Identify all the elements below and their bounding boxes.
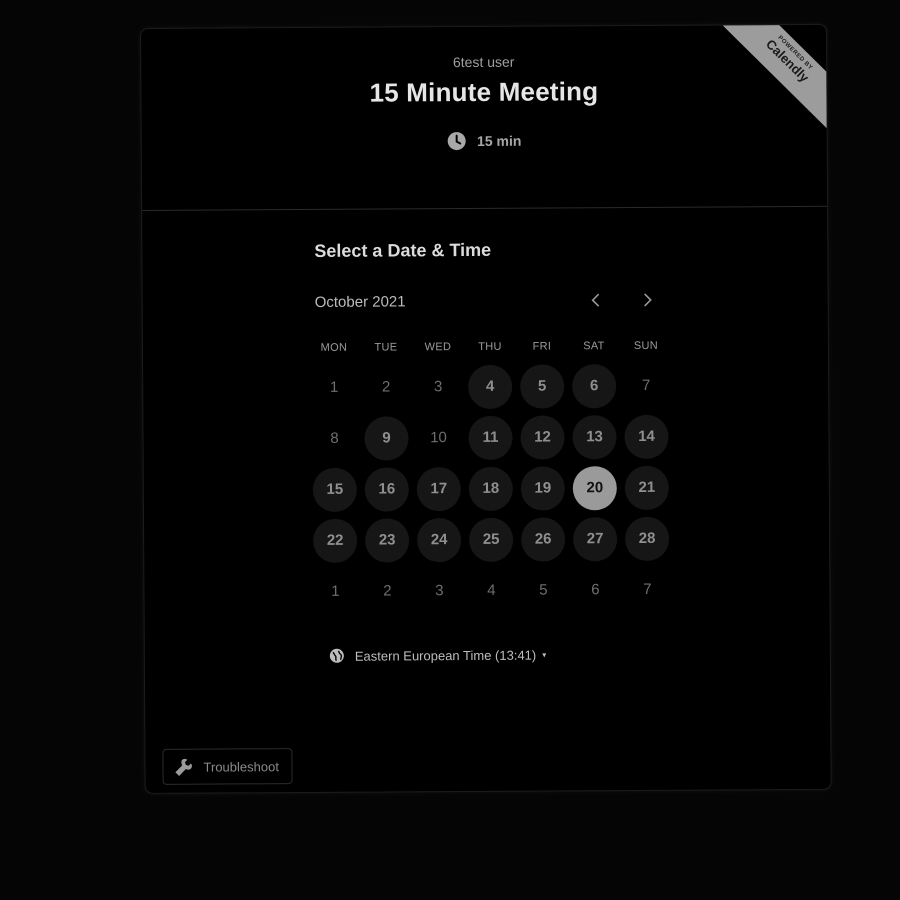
day-number: 20	[572, 465, 617, 510]
day-number: 10	[430, 429, 447, 447]
day-number: 6	[572, 363, 617, 408]
timezone-label: Eastern European Time (13:41)	[354, 647, 537, 664]
day-number: 18	[468, 466, 513, 511]
weekday-label: SAT	[583, 340, 605, 353]
day-number: 2	[381, 378, 391, 396]
calendar-day: 3	[413, 565, 465, 616]
calendar-day[interactable]: 4	[464, 361, 516, 412]
calendar-day[interactable]: 9	[360, 412, 412, 463]
day-number: 3	[435, 582, 444, 600]
weekday-label: SUN	[633, 339, 659, 352]
day-number: 22	[312, 518, 358, 563]
calendar-day[interactable]: 19	[517, 462, 569, 513]
day-number: 11	[468, 415, 513, 460]
weekday-label: THU	[478, 340, 502, 353]
calendar-day[interactable]: 6	[568, 360, 620, 411]
powered-by-badge[interactable]: POWERED BY Calendly	[718, 23, 829, 134]
calendar-day[interactable]: 11	[464, 412, 516, 463]
month-navigation: October 2021	[315, 292, 675, 318]
day-number: 9	[364, 415, 409, 461]
day-number: 21	[624, 465, 669, 510]
calendar-day: 4	[465, 565, 517, 616]
day-number: 4	[487, 581, 496, 599]
day-number: 12	[520, 414, 565, 460]
day-number: 1	[331, 582, 340, 600]
chevron-left-icon[interactable]	[585, 288, 609, 312]
day-number: 8	[330, 429, 339, 447]
globe-icon	[329, 648, 344, 663]
weekday-header: MON TUE WED THU FRI SAT SUN	[308, 340, 674, 354]
troubleshoot-label: Troubleshoot	[203, 758, 279, 775]
calendar-day: 2	[361, 565, 413, 616]
chevron-right-icon[interactable]	[635, 288, 659, 312]
weekday-label: TUE	[374, 341, 398, 354]
day-number: 13	[572, 414, 617, 459]
day-number: 19	[520, 465, 565, 511]
day-number: 6	[591, 581, 600, 599]
calendar-day[interactable]: 24	[413, 514, 465, 565]
wrench-icon	[175, 758, 192, 776]
day-number: 27	[572, 516, 618, 561]
caret-down-icon: ▾	[542, 650, 547, 660]
day-number: 14	[624, 414, 669, 459]
calendar-day[interactable]: 12	[516, 411, 568, 462]
calendar-day[interactable]: 13	[568, 411, 620, 462]
calendar-day-selected[interactable]: 20	[569, 462, 621, 513]
day-number: 7	[643, 580, 652, 598]
calendar-day[interactable]: 23	[361, 514, 413, 565]
calendar-day[interactable]: 17	[413, 463, 465, 514]
calendar-day: 3	[412, 361, 464, 412]
calendar-day[interactable]: 15	[309, 464, 361, 515]
calendar-day[interactable]: 16	[361, 463, 413, 514]
day-number: 5	[520, 363, 565, 409]
section-title: Select a Date & Time	[314, 239, 492, 261]
day-number: 16	[364, 466, 409, 512]
day-number: 23	[364, 517, 410, 563]
timezone-selector[interactable]: Eastern European Time (13:41) ▾	[329, 647, 546, 664]
troubleshoot-button[interactable]: Troubleshoot	[162, 748, 293, 785]
day-number: 24	[416, 517, 462, 562]
calendar-day[interactable]: 26	[517, 513, 569, 564]
day-number: 15	[312, 467, 357, 512]
day-number: 3	[433, 378, 443, 396]
calendar-day: 2	[360, 361, 412, 412]
booking-card: 6test user 15 Minute Meeting 15 min POWE…	[140, 23, 832, 794]
calendar-day: 10	[412, 412, 464, 463]
weekday-label: FRI	[532, 340, 552, 353]
calendar-day[interactable]: 22	[309, 515, 361, 566]
calendar-day[interactable]: 14	[620, 411, 672, 462]
day-number: 7	[641, 376, 651, 394]
day-number: 26	[520, 516, 566, 562]
day-number: 4	[468, 364, 513, 409]
calendar-day: 5	[517, 564, 569, 615]
day-number: 28	[624, 516, 670, 561]
calendar-day[interactable]: 5	[516, 360, 568, 411]
calendar-day[interactable]: 21	[621, 462, 673, 513]
duration-label: 15 min	[476, 132, 522, 149]
calendar-day: 1	[309, 566, 361, 617]
calendar-day: 8	[308, 413, 360, 464]
calendar-day[interactable]: 18	[465, 463, 517, 514]
calendar-day[interactable]: 25	[465, 514, 517, 565]
day-number: 17	[416, 466, 461, 511]
calendar-day: 6	[569, 564, 621, 615]
clock-icon	[448, 132, 467, 151]
calendar-day[interactable]: 28	[621, 513, 673, 564]
month-label: October 2021	[314, 293, 406, 311]
calendar-day: 7	[620, 360, 672, 411]
day-number: 2	[383, 582, 392, 600]
calendar-day[interactable]: 27	[569, 513, 621, 564]
calendar-day: 1	[308, 362, 360, 413]
weekday-label: MON	[320, 341, 348, 354]
day-number: 1	[329, 378, 339, 396]
day-number: 5	[539, 581, 548, 599]
weekday-label: WED	[424, 341, 452, 354]
calendar-day: 7	[621, 564, 673, 615]
calendar-grid: 1 2 3 4 5 6 7 8 9 10 11 12 13 14 15 16 17 18 19 20 21 22 23 24 2…	[308, 360, 676, 617]
day-number: 25	[468, 517, 514, 562]
